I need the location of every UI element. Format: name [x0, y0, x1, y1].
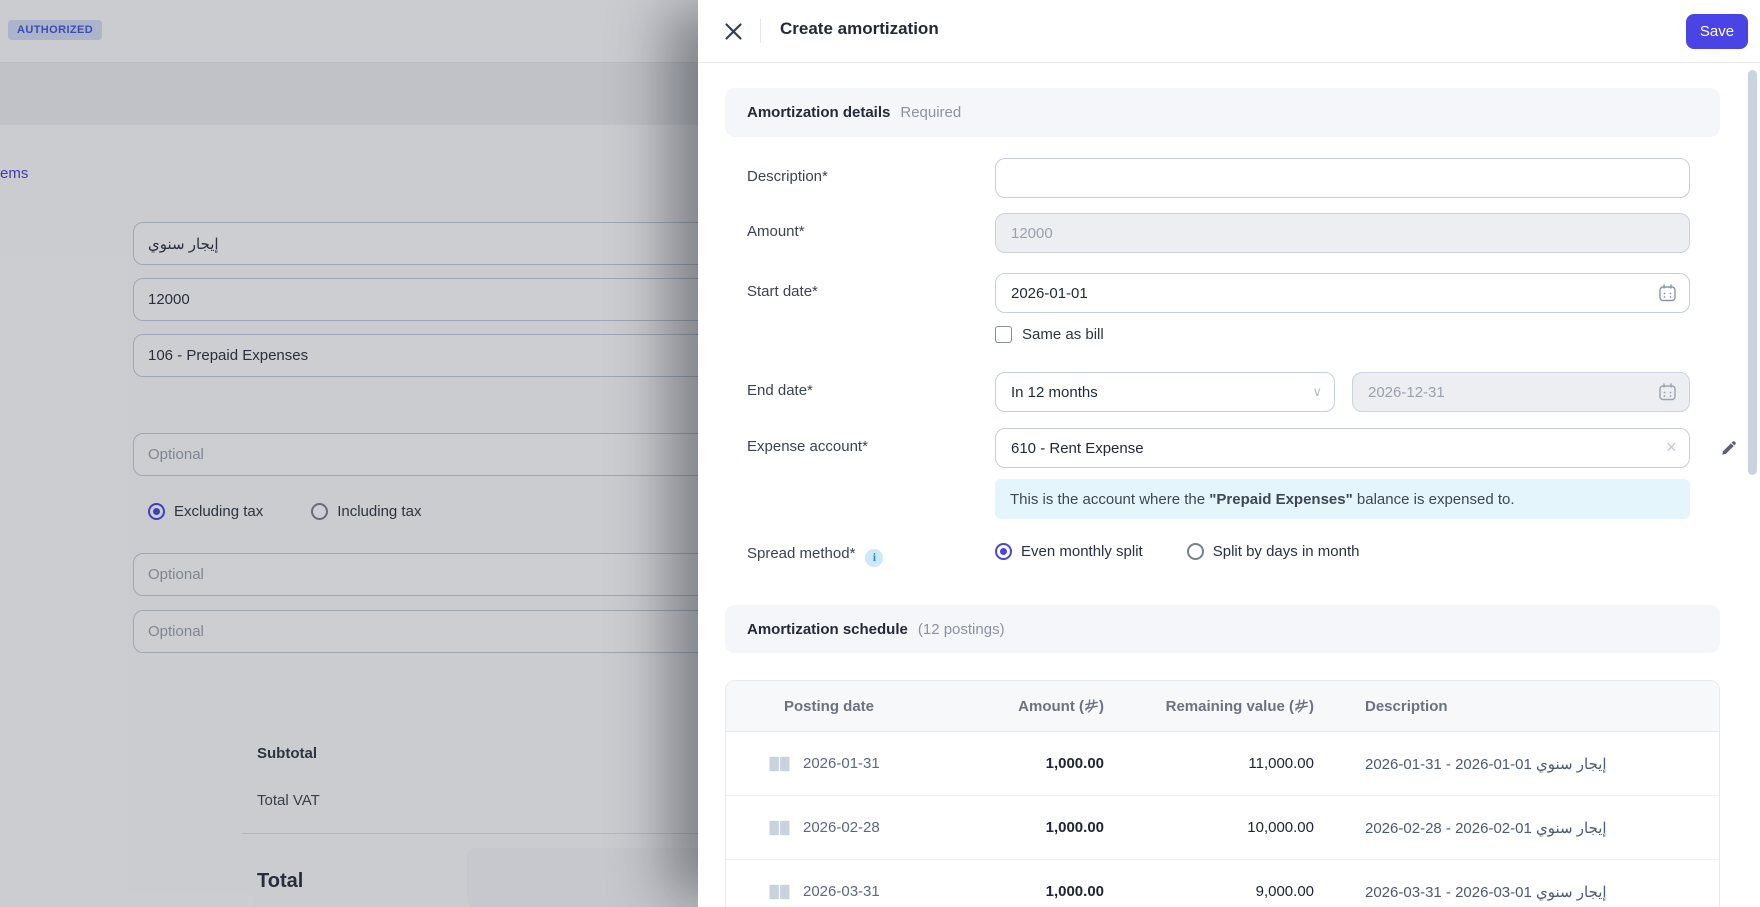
start-date-value: 2026-01-01 [1011, 285, 1088, 302]
amount-label: Amount* [747, 223, 805, 240]
drawer-scrollbar[interactable] [1748, 70, 1757, 475]
end-date-value: 2026-12-31 [1368, 384, 1445, 401]
description-cell: إيجار سنوي 01-02-2026 - 28-02-2026 [1328, 819, 1719, 837]
edit-account-button[interactable] [1715, 434, 1743, 462]
schedule-postings-badge: (12 postings) [918, 621, 1005, 638]
details-section-title: Amortization details [747, 104, 890, 121]
amount-cell: 1,000.00 [1014, 819, 1118, 836]
save-button[interactable]: Save [1686, 14, 1748, 49]
journal-book-icon [768, 820, 791, 836]
radio-option[interactable]: Split by days in month [1187, 543, 1360, 560]
close-button[interactable] [718, 16, 748, 46]
header-divider [760, 19, 761, 43]
chevron-down-icon: ∨ [1312, 384, 1322, 400]
checkbox-icon [995, 326, 1012, 343]
clear-icon[interactable]: × [1666, 439, 1677, 458]
close-icon [724, 22, 743, 41]
amount-cell: 1,000.00 [1014, 883, 1118, 900]
end-date-preset-select[interactable]: In 12 months ∨ [995, 372, 1335, 412]
details-required-badge: Required [900, 104, 961, 121]
posting-date: 2026-01-31 [803, 755, 880, 772]
description-text: إيجار سنوي 01-02-2026 - 28-02-2026 [1365, 820, 1607, 837]
drawer-header: Create amortization Save [698, 0, 1760, 63]
radio-option-label: Even monthly split [1021, 543, 1143, 560]
riyal-currency-icon [1085, 699, 1098, 713]
col-remaining-value: Remaining value () [1118, 698, 1328, 715]
end-date-preset-value: In 12 months [1011, 384, 1098, 401]
description-text: إيجار سنوي 01-03-2026 - 31-03-2026 [1365, 884, 1607, 901]
screen: AUTHORIZED ems إيجار سنوي 12000 106 - Pr… [0, 0, 1760, 907]
details-section-header: Amortization details Required [725, 88, 1720, 137]
calendar-icon[interactable] [1658, 284, 1677, 303]
riyal-currency-icon [1295, 699, 1308, 713]
expense-account-value: 610 - Rent Expense [1011, 440, 1144, 457]
schedule-row[interactable]: 2026-02-28 1,000.0010,000.00 إيجار سنوي 01… [726, 796, 1719, 860]
schedule-section-header: Amortization schedule (12 postings) [725, 605, 1720, 653]
posting-date-cell: 2026-02-28 [726, 819, 1014, 836]
spread-method-label: Spread method*i [747, 545, 883, 567]
description-cell: إيجار سنوي 01-03-2026 - 31-03-2026 [1328, 883, 1719, 901]
same-as-bill-label: Same as bill [1022, 326, 1104, 343]
posting-date: 2026-03-31 [803, 883, 880, 900]
col-description: Description [1328, 698, 1719, 715]
table-header-row: Posting date Amount () Remaining value (… [726, 681, 1719, 732]
description-cell: إيجار سنوي 01-01-2026 - 31-01-2026 [1328, 755, 1719, 773]
remaining-value-cell: 10,000.00 [1118, 819, 1328, 836]
journal-book-icon [768, 756, 791, 772]
remaining-value-cell: 11,000.00 [1118, 755, 1328, 772]
start-date-label: Start date* [747, 283, 818, 300]
radio-selected-icon [995, 543, 1012, 560]
remaining-value-cell: 9,000.00 [1118, 883, 1328, 900]
amount-value: 12000 [1011, 225, 1053, 242]
posting-date-cell: 2026-01-31 [726, 755, 1014, 772]
help-text: This is the account where the "Prepaid E… [1010, 491, 1515, 508]
radio-unselected-icon [1187, 543, 1204, 560]
posting-date-cell: 2026-03-31 [726, 883, 1014, 900]
amount-cell: 1,000.00 [1014, 755, 1118, 772]
posting-date: 2026-02-28 [803, 819, 880, 836]
end-date-input: 2026-12-31 [1352, 372, 1690, 412]
amortization-schedule-table: Posting date Amount () Remaining value (… [725, 680, 1720, 907]
create-amortization-drawer: Create amortization Save Amortization de… [698, 0, 1760, 907]
journal-book-icon [768, 884, 791, 900]
col-posting-date: Posting date [726, 698, 1014, 715]
drawer-title: Create amortization [780, 19, 939, 39]
schedule-row[interactable]: 2026-03-31 1,000.009,000.00 إيجار سنوي 01-… [726, 860, 1719, 907]
radio-option-label: Split by days in month [1213, 543, 1360, 560]
calendar-icon [1658, 383, 1677, 402]
drawer-content: Amortization details Required Descriptio… [725, 62, 1720, 907]
amount-input: 12000 [995, 213, 1690, 253]
expense-account-label: Expense account* [747, 438, 868, 455]
spread-method-radio-group: Even monthly split Split by days in month [995, 543, 1359, 560]
radio-option[interactable]: Even monthly split [995, 543, 1143, 560]
description-text: إيجار سنوي 01-01-2026 - 31-01-2026 [1365, 756, 1607, 773]
schedule-section-title: Amortization schedule [747, 621, 908, 638]
col-amount: Amount () [1014, 698, 1118, 715]
table-body: 2026-01-311,000.0011,000.00إيجار سنوي 01… [726, 732, 1719, 907]
description-input[interactable] [995, 158, 1690, 198]
same-as-bill-checkbox[interactable]: Same as bill [995, 326, 1104, 343]
expense-account-help: This is the account where the "Prepaid E… [995, 479, 1690, 519]
start-date-input[interactable]: 2026-01-01 [995, 273, 1690, 313]
expense-account-input[interactable]: 610 - Rent Expense × [995, 428, 1690, 468]
end-date-label: End date* [747, 382, 813, 399]
schedule-row[interactable]: 2026-01-31 1,000.0011,000.00 إيجار سنوي 01… [726, 732, 1719, 796]
pencil-icon [1720, 439, 1738, 457]
description-label: Description* [747, 168, 828, 185]
info-icon[interactable]: i [865, 549, 883, 567]
